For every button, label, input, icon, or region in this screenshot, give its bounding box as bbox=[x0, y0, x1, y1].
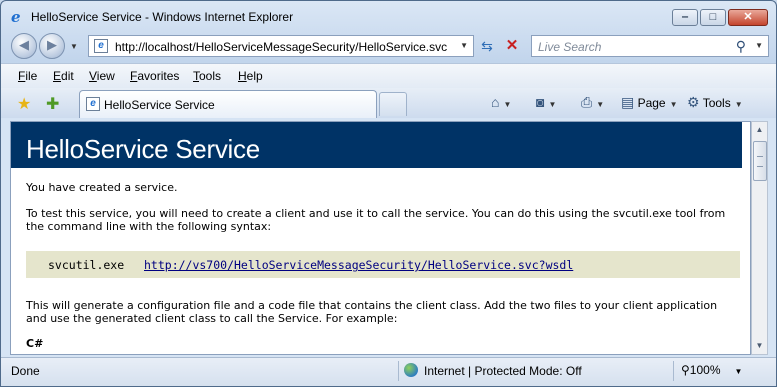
status-separator bbox=[673, 361, 674, 381]
favorites-center-star-icon[interactable]: ★ bbox=[17, 94, 31, 114]
recent-pages-dropdown-icon[interactable]: ▼ bbox=[70, 42, 78, 51]
search-options-dropdown-icon[interactable]: ▼ bbox=[755, 41, 763, 50]
address-dropdown-icon[interactable]: ▼ bbox=[460, 41, 468, 50]
menu-edit[interactable]: Edit bbox=[53, 69, 74, 83]
new-tab-button[interactable] bbox=[379, 92, 407, 116]
page-banner: HelloService Service bbox=[11, 122, 742, 168]
menu-help[interactable]: Help bbox=[238, 69, 263, 83]
stop-icon[interactable]: ✕ bbox=[501, 35, 523, 57]
back-button[interactable]: ◀ bbox=[11, 33, 37, 59]
ie-logo-icon: e bbox=[11, 8, 21, 26]
add-favorite-icon[interactable]: ✚ bbox=[46, 94, 59, 114]
internet-globe-icon bbox=[404, 363, 418, 377]
page-icon: e bbox=[94, 39, 108, 53]
caption-buttons: ‒ □ ✕ bbox=[672, 9, 768, 26]
page-menu-label: Page bbox=[637, 96, 666, 110]
maximize-button[interactable]: □ bbox=[700, 9, 726, 26]
svcutil-command: svcutil.exe bbox=[48, 258, 125, 272]
forward-arrow-icon: ▶ bbox=[47, 37, 57, 52]
page-menu-button[interactable]: ▤ Page ▼ bbox=[621, 94, 678, 111]
navigation-bar: ◀ ▶ ▼ e http://localhost/HelloServiceMes… bbox=[1, 31, 776, 61]
minimize-button[interactable]: ‒ bbox=[672, 9, 698, 26]
scroll-down-arrow-icon[interactable]: ▼ bbox=[752, 338, 767, 354]
tab-label: HelloService Service bbox=[104, 98, 215, 112]
feeds-button[interactable]: ◙ ▼ bbox=[536, 94, 556, 110]
magnifier-icon: ⚲ bbox=[681, 363, 690, 377]
tools-menu-button[interactable]: ⚙ Tools ▼ bbox=[687, 94, 743, 111]
address-bar[interactable]: e http://localhost/HelloServiceMessageSe… bbox=[88, 35, 474, 57]
window-title: HelloService Service - Windows Internet … bbox=[31, 10, 294, 24]
search-input[interactable]: Live Search bbox=[538, 40, 601, 54]
close-button[interactable]: ✕ bbox=[728, 9, 768, 26]
search-box[interactable]: Live Search ⚲ ▼ bbox=[531, 35, 769, 57]
menu-file[interactable]: File bbox=[18, 69, 37, 83]
zoom-level-button[interactable]: ⚲100% ▼ bbox=[681, 363, 742, 377]
zoom-dropdown-icon: ▼ bbox=[734, 367, 743, 376]
tab-bar: ★ ✚ e HelloService Service ⌂ ▼ ◙ ▼ ⎙ ▼ ▤ Pa… bbox=[1, 88, 776, 118]
intro-paragraph: You have created a service. bbox=[26, 181, 178, 194]
menu-tools[interactable]: Tools bbox=[193, 69, 221, 83]
minimize-icon: ‒ bbox=[681, 11, 689, 23]
maximize-icon: □ bbox=[709, 11, 717, 23]
search-icon[interactable]: ⚲ bbox=[736, 38, 746, 55]
language-heading: C# bbox=[26, 337, 44, 350]
vertical-scrollbar[interactable]: ▲ ▼ bbox=[751, 121, 768, 355]
home-icon: ⌂ bbox=[491, 94, 500, 110]
scroll-up-arrow-icon[interactable]: ▲ bbox=[752, 122, 767, 138]
tab-helloservice[interactable]: e HelloService Service bbox=[79, 90, 377, 118]
scroll-thumb[interactable] bbox=[753, 141, 767, 181]
security-zone[interactable]: Internet | Protected Mode: Off bbox=[424, 364, 582, 378]
page-content: HelloService Service You have created a … bbox=[10, 121, 751, 355]
forward-button[interactable]: ▶ bbox=[39, 33, 65, 59]
printer-icon: ⎙ bbox=[581, 94, 593, 110]
back-arrow-icon: ◀ bbox=[19, 37, 29, 52]
page-heading: HelloService Service bbox=[26, 134, 260, 164]
menu-favorites[interactable]: Favorites bbox=[130, 69, 179, 83]
address-input[interactable]: http://localhost/HelloServiceMessageSecu… bbox=[115, 40, 447, 54]
tools-menu-label: Tools bbox=[702, 96, 731, 110]
status-text: Done bbox=[11, 364, 40, 378]
scroll-grip bbox=[757, 156, 763, 167]
browser-window: e HelloService Service - Windows Interne… bbox=[0, 0, 777, 387]
menu-view[interactable]: View bbox=[89, 69, 115, 83]
generation-paragraph: This will generate a configuration file … bbox=[26, 299, 718, 325]
home-button[interactable]: ⌂ ▼ bbox=[491, 94, 511, 110]
close-icon: ✕ bbox=[743, 11, 753, 23]
refresh-icon[interactable]: ⇆ bbox=[476, 35, 498, 57]
code-block: svcutil.exe http://vs700/HelloServiceMes… bbox=[26, 251, 740, 278]
zoom-level: 100% bbox=[689, 363, 721, 377]
instructions-paragraph: To test this service, you will need to c… bbox=[26, 207, 726, 233]
rss-feed-icon: ◙ bbox=[536, 94, 545, 110]
print-button[interactable]: ⎙ ▼ bbox=[581, 94, 604, 111]
page-icon: ▤ bbox=[621, 94, 635, 110]
gear-icon: ⚙ bbox=[687, 94, 700, 110]
title-bar: e HelloService Service - Windows Interne… bbox=[1, 1, 776, 31]
status-separator bbox=[398, 361, 399, 381]
menu-bar: File Edit View Favorites Tools Help bbox=[1, 63, 776, 89]
page-icon: e bbox=[86, 97, 100, 111]
status-bar: Done Internet | Protected Mode: Off ⚲100… bbox=[1, 357, 776, 386]
wsdl-link[interactable]: http://vs700/HelloServiceMessageSecurity… bbox=[144, 258, 573, 272]
